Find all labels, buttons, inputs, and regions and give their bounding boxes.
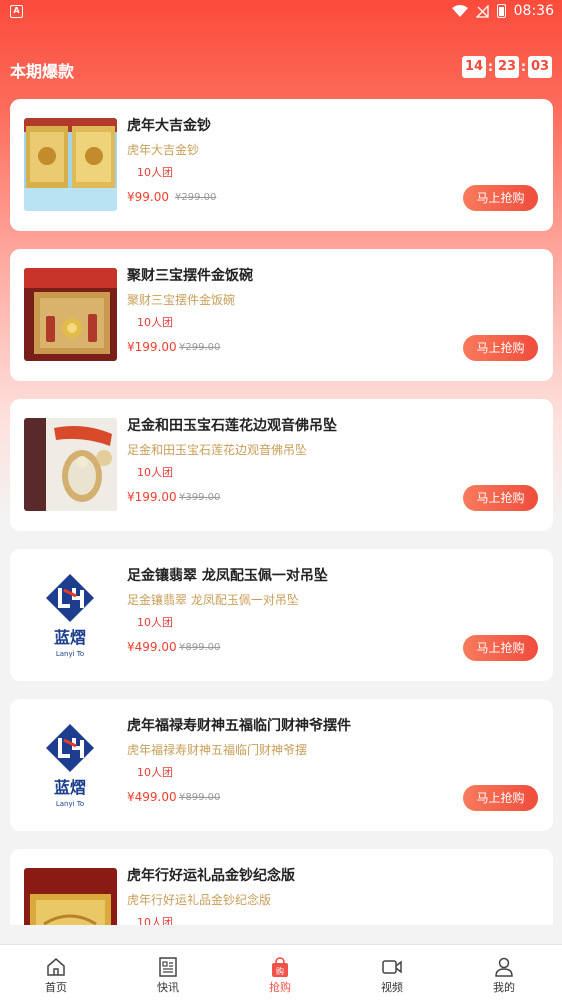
countdown-seconds: 03: [528, 56, 552, 78]
buy-now-button[interactable]: 马上抢购: [463, 785, 538, 811]
product-image-lanyi-logo[interactable]: 蓝熠 Lanyi To: [24, 568, 117, 661]
svg-text:购: 购: [276, 966, 284, 976]
clock: 08:36: [513, 3, 554, 19]
product-list[interactable]: 虎年大吉金钞 虎年大吉金钞 10人团 ¥99.00 ¥299.00 马上抢购 聚…: [10, 99, 553, 925]
product-title[interactable]: 足金和田玉宝石莲花边观音佛吊坠: [127, 415, 337, 435]
status-bar: A 08:36: [0, 0, 562, 26]
buy-now-button[interactable]: 马上抢购: [463, 185, 538, 211]
original-price: ¥899.00: [179, 792, 221, 803]
tab-label: 首页: [45, 981, 67, 994]
product-price: ¥199.00: [127, 340, 177, 354]
wifi-icon: [451, 5, 468, 17]
buy-now-button[interactable]: 马上抢购: [463, 635, 538, 661]
product-subtitle: 虎年福禄寿财神五福临门财神爷摆: [127, 743, 308, 757]
group-size-badge: 10人团: [137, 316, 173, 329]
logo-subtext: Lanyi To: [56, 650, 84, 658]
product-image-gold-bowl-set[interactable]: [24, 268, 117, 361]
battery-icon: [496, 4, 506, 18]
tab-label: 我的: [493, 981, 515, 994]
original-price: ¥299.00: [175, 192, 217, 203]
product-title[interactable]: 足金镶翡翠 龙凤配玉佩一对吊坠: [127, 565, 328, 585]
product-subtitle: 聚财三宝摆件金饭碗: [127, 293, 236, 307]
product-card[interactable]: 虎年大吉金钞 虎年大吉金钞 10人团 ¥99.00 ¥299.00 马上抢购: [10, 99, 553, 231]
buy-now-button[interactable]: 马上抢购: [463, 335, 538, 361]
product-price: ¥499.00: [127, 640, 177, 654]
tab-home[interactable]: 首页: [0, 945, 112, 1001]
product-subtitle: 虎年大吉金钞: [127, 143, 200, 157]
tab-label: 抢购: [269, 981, 291, 994]
product-title[interactable]: 虎年大吉金钞: [127, 115, 211, 135]
product-title[interactable]: 虎年福禄寿财神五福临门财神爷摆件: [127, 715, 351, 735]
shopping-bag-icon: 购: [272, 957, 288, 977]
original-price: ¥299.00: [179, 342, 221, 353]
product-price: ¥199.00: [127, 490, 177, 504]
product-card[interactable]: 足金和田玉宝石莲花边观音佛吊坠 足金和田玉宝石莲花边观音佛吊坠 10人团 ¥19…: [10, 399, 553, 531]
tab-flash-sale[interactable]: 购 抢购: [224, 945, 336, 1001]
original-price: ¥899.00: [179, 642, 221, 653]
group-size-badge: 10人团: [137, 466, 173, 479]
product-image-gold-banknote-red[interactable]: [24, 868, 117, 925]
product-subtitle: 足金镶翡翠 龙凤配玉佩一对吊坠: [127, 593, 299, 607]
tab-video[interactable]: 视频: [336, 945, 448, 1001]
tab-label: 视频: [381, 981, 403, 994]
bottom-tab-bar: 首页 快讯 购 抢购 视频 我的: [0, 944, 562, 1001]
group-size-badge: 10人团: [137, 616, 173, 629]
countdown-hours: 14: [462, 56, 486, 78]
countdown-separator: :: [520, 59, 527, 75]
status-icons: 08:36: [451, 3, 554, 19]
product-card[interactable]: 蓝熠 Lanyi To 足金镶翡翠 龙凤配玉佩一对吊坠 足金镶翡翠 龙凤配玉佩一…: [10, 549, 553, 681]
home-icon: [47, 958, 65, 976]
news-icon: [159, 957, 177, 977]
video-icon: [382, 960, 402, 974]
tab-label: 快讯: [157, 981, 179, 994]
product-card[interactable]: 聚财三宝摆件金饭碗 聚财三宝摆件金饭碗 10人团 ¥199.00 ¥299.00…: [10, 249, 553, 381]
group-size-badge: 10人团: [137, 766, 173, 779]
tab-profile[interactable]: 我的: [448, 945, 560, 1001]
tab-news[interactable]: 快讯: [112, 945, 224, 1001]
product-price: ¥99.00: [127, 190, 169, 204]
product-card[interactable]: 虎年行好运礼品金钞纪念版 虎年行好运礼品金钞纪念版 10人团: [10, 849, 553, 925]
logo-text: 蓝熠: [54, 778, 86, 797]
countdown-timer: 14 : 23 : 03: [462, 56, 552, 78]
countdown-minutes: 23: [495, 56, 519, 78]
page-title: 本期爆款: [10, 62, 75, 81]
countdown-separator: :: [487, 59, 494, 75]
product-image-jade-pendant[interactable]: [24, 418, 117, 511]
no-signal-icon: [475, 4, 489, 18]
logo-text: 蓝熠: [54, 628, 86, 647]
app-notification-icon: A: [10, 5, 23, 18]
logo-subtext: Lanyi To: [56, 800, 84, 808]
product-image-gold-banknote[interactable]: [24, 118, 117, 211]
profile-icon: [495, 957, 513, 977]
group-size-badge: 10人团: [137, 916, 173, 925]
original-price: ¥399.00: [179, 492, 221, 503]
product-price: ¥499.00: [127, 790, 177, 804]
product-subtitle: 虎年行好运礼品金钞纪念版: [127, 893, 272, 907]
group-size-badge: 10人团: [137, 166, 173, 179]
buy-now-button[interactable]: 马上抢购: [463, 485, 538, 511]
product-image-lanyi-logo[interactable]: 蓝熠 Lanyi To: [24, 718, 117, 811]
product-title[interactable]: 聚财三宝摆件金饭碗: [127, 265, 253, 285]
page-header: 本期爆款 14 : 23 : 03: [0, 50, 562, 86]
product-card[interactable]: 蓝熠 Lanyi To 虎年福禄寿财神五福临门财神爷摆件 虎年福禄寿财神五福临门…: [10, 699, 553, 831]
product-subtitle: 足金和田玉宝石莲花边观音佛吊坠: [127, 443, 308, 457]
product-title[interactable]: 虎年行好运礼品金钞纪念版: [127, 865, 295, 885]
